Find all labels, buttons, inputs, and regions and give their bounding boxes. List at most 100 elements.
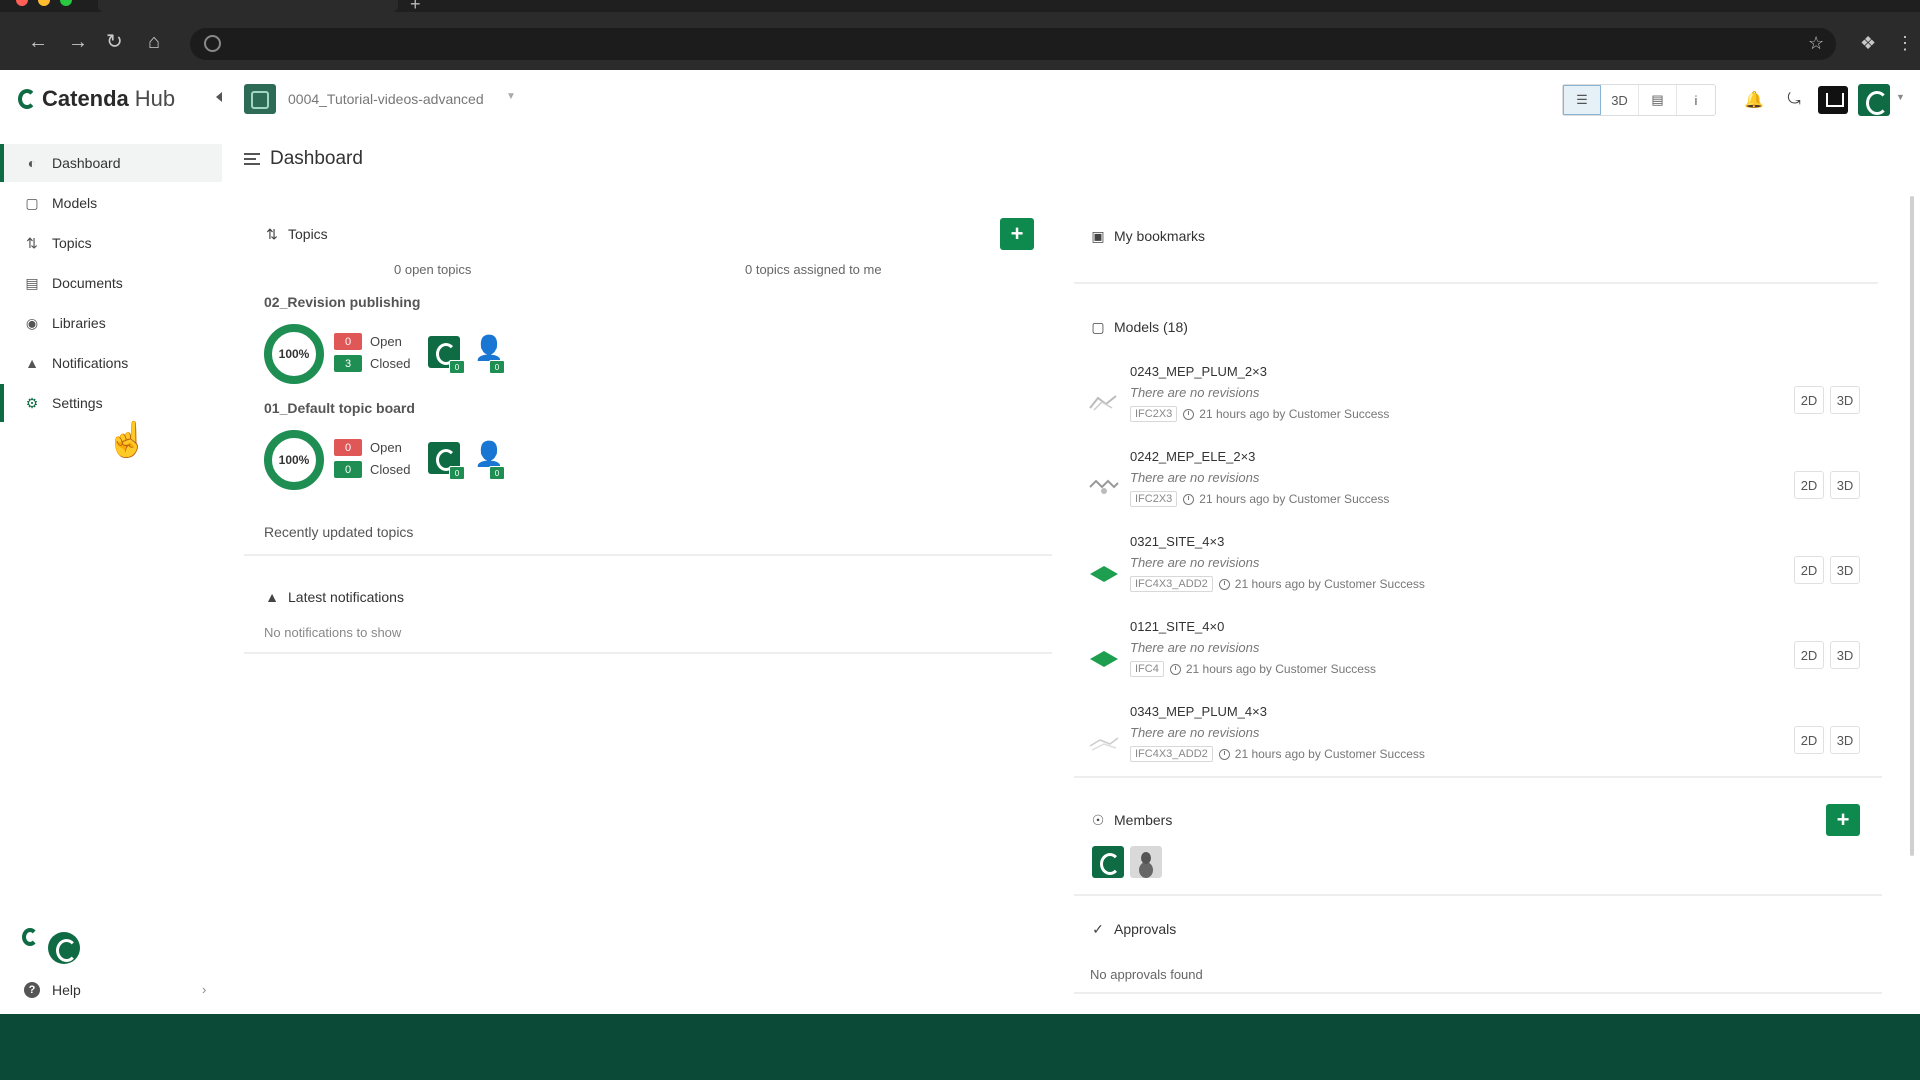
user-menu-chevron-icon[interactable]: ▼	[1896, 92, 1905, 102]
open-label: Open	[370, 440, 402, 455]
topic-board-name[interactable]: 02_Revision publishing	[264, 294, 420, 310]
inbox-icon[interactable]	[1818, 86, 1848, 114]
open-3d-button[interactable]: 3D	[1830, 641, 1860, 669]
open-2d-button[interactable]: 2D	[1794, 556, 1824, 584]
topics-title-text: Topics	[288, 226, 328, 242]
home-icon[interactable]: ⌂	[148, 32, 160, 52]
sidebar-item-notifications[interactable]: ▲ Notifications	[0, 344, 222, 382]
ifc-schema-tag: IFC4X3_ADD2	[1130, 576, 1213, 592]
closed-count-badge: 0	[334, 461, 362, 478]
site-model-thumbnail-icon	[1090, 651, 1118, 667]
notifications-bell-icon[interactable]: 🔔	[1738, 84, 1770, 116]
site-model-thumbnail-icon	[1090, 566, 1118, 582]
catenda-hub-logo[interactable]: Catenda Hub	[18, 86, 175, 112]
assignee-count-badge: 0	[449, 360, 465, 374]
clock-icon	[1218, 578, 1230, 590]
closed-label: Closed	[370, 356, 411, 371]
unassigned-user-icon[interactable]: 👤	[474, 334, 504, 363]
folder-icon: ▤	[25, 274, 39, 291]
model-time: 21 hours ago	[1199, 492, 1270, 506]
bell-icon: ▲	[25, 355, 39, 371]
model-author: by Customer Success	[1272, 492, 1390, 506]
project-thumbnail[interactable]	[244, 84, 276, 114]
member-avatar-catenda[interactable]	[1092, 846, 1124, 878]
model-name[interactable]: 0321_SITE_4×3	[1130, 534, 1224, 549]
board-progress-ring: 100%	[264, 430, 324, 490]
topic-board-name[interactable]: 01_Default topic board	[264, 400, 415, 416]
window-close-dot[interactable]	[16, 0, 28, 6]
split-view-button[interactable]: ▤	[1639, 85, 1677, 115]
sidebar-item-models[interactable]: ▢ Models	[0, 184, 222, 222]
bookmarks-panel-title: ▣ My bookmarks	[1090, 228, 1205, 245]
model-list-item[interactable]: 0321_SITE_4×3 There are no revisions IFC…	[1074, 534, 1884, 619]
page-scrollbar[interactable]	[1910, 196, 1914, 856]
collapse-sidebar-icon[interactable]	[216, 92, 222, 102]
help-link[interactable]: ? Help	[24, 982, 81, 998]
project-selector[interactable]: 0004_Tutorial-videos-advanced	[288, 91, 484, 107]
add-member-button[interactable]: +	[1826, 804, 1860, 836]
address-bar[interactable]	[190, 28, 1836, 60]
open-3d-button[interactable]: 3D	[1830, 386, 1860, 414]
info-button[interactable]: i	[1677, 85, 1715, 115]
approvals-title-text: Approvals	[1114, 921, 1177, 937]
member-avatar-person[interactable]	[1130, 846, 1162, 878]
ifc-schema-tag: IFC4X3_ADD2	[1130, 746, 1213, 762]
logo-suffix: Hub	[134, 86, 176, 111]
catenda-footer-logo	[22, 924, 86, 966]
topics-panel-title: ⇅ Topics	[264, 225, 328, 243]
open-2d-button[interactable]: 2D	[1794, 726, 1824, 754]
model-meta: IFC2X3 21 hours ago by Customer Success	[1130, 491, 1389, 507]
user-avatar[interactable]	[1858, 84, 1890, 116]
unassigned-count-badge: 0	[489, 466, 505, 480]
reload-icon[interactable]: ↻	[106, 32, 123, 52]
dashboard-icon: ◐	[27, 155, 37, 171]
browser-menu-icon[interactable]: ⋮	[1896, 33, 1914, 54]
chevron-right-icon[interactable]: ›	[202, 982, 206, 997]
sidebar-item-dashboard[interactable]: ◐ Dashboard	[0, 144, 222, 182]
list-view-button[interactable]: ☰	[1563, 85, 1601, 115]
model-revisions: There are no revisions	[1130, 555, 1260, 570]
model-list-item[interactable]: 0121_SITE_4×0 There are no revisions IFC…	[1074, 619, 1884, 704]
share-icon[interactable]: ⤿	[1778, 84, 1810, 116]
electrical-model-thumbnail-icon	[1089, 479, 1119, 494]
hand-cursor-icon: ☝	[106, 421, 149, 459]
open-2d-button[interactable]: 2D	[1794, 386, 1824, 414]
approvals-divider	[1074, 992, 1882, 994]
sidebar-item-libraries[interactable]: ◉ Libraries	[0, 304, 222, 342]
open-2d-button[interactable]: 2D	[1794, 641, 1824, 669]
open-count-badge: 0	[334, 439, 362, 456]
sidebar-item-topics[interactable]: ⇅ Topics	[0, 224, 222, 262]
clock-icon	[1183, 493, 1195, 505]
model-name[interactable]: 0121_SITE_4×0	[1130, 619, 1224, 634]
bookmark-star-icon[interactable]: ☆	[1808, 33, 1824, 54]
open-3d-button[interactable]: 3D	[1830, 471, 1860, 499]
back-arrow-icon[interactable]: ←	[28, 32, 48, 52]
view-toggle-group: ☰ 3D ▤ i	[1562, 84, 1716, 116]
project-dropdown-icon[interactable]: ▼	[506, 91, 516, 102]
model-name[interactable]: 0343_MEP_PLUM_4×3	[1130, 704, 1267, 719]
extensions-puzzle-icon[interactable]: ❖	[1860, 33, 1876, 54]
sidebar-item-documents[interactable]: ▤ Documents	[0, 264, 222, 302]
3d-view-button[interactable]: 3D	[1601, 85, 1639, 115]
browser-tab[interactable]	[98, 0, 398, 12]
open-2d-button[interactable]: 2D	[1794, 471, 1824, 499]
sidebar-item-label: Topics	[52, 235, 92, 251]
unassigned-user-icon[interactable]: 👤	[474, 440, 504, 469]
open-3d-button[interactable]: 3D	[1830, 556, 1860, 584]
window-minimize-dot[interactable]	[38, 0, 50, 6]
model-name[interactable]: 0242_MEP_ELE_2×3	[1130, 449, 1255, 464]
sidebar-item-settings[interactable]: ⚙ Settings	[0, 384, 222, 422]
add-topic-button[interactable]: +	[1000, 218, 1034, 250]
model-revisions: There are no revisions	[1130, 470, 1260, 485]
model-list-item[interactable]: 0243_MEP_PLUM_2×3 There are no revisions…	[1074, 364, 1884, 449]
board-progress-ring: 100%	[264, 324, 324, 384]
topics-icon: ⇅	[266, 225, 278, 242]
footer-band	[0, 1014, 1920, 1080]
open-3d-button[interactable]: 3D	[1830, 726, 1860, 754]
model-list-item[interactable]: 0242_MEP_ELE_2×3 There are no revisions …	[1074, 449, 1884, 534]
window-maximize-dot[interactable]	[60, 0, 72, 6]
approval-check-icon: ✓	[1092, 920, 1104, 937]
model-revisions: There are no revisions	[1130, 640, 1260, 655]
model-name[interactable]: 0243_MEP_PLUM_2×3	[1130, 364, 1267, 379]
forward-arrow-icon[interactable]: →	[68, 32, 88, 52]
